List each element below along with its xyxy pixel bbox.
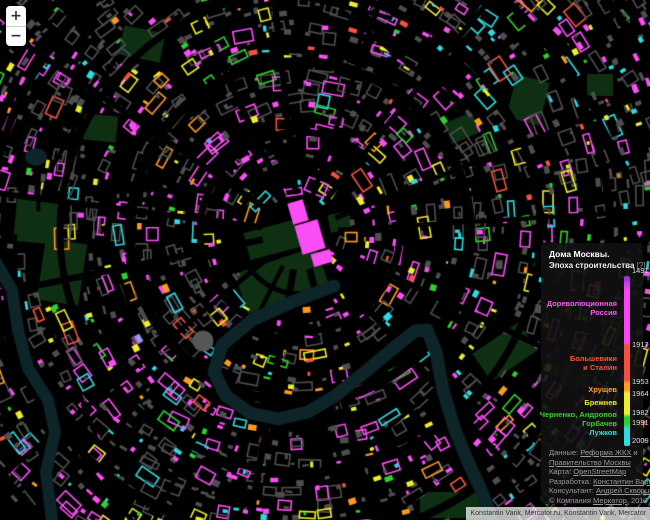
map-attribution: Konstantin Varik, Mercator.ru, Konstanti…	[466, 507, 650, 520]
credit-text: Консультант:	[549, 486, 596, 495]
legend-year-1953: 1953	[632, 377, 649, 386]
credit-line: Данные: Реформа ЖКХ и	[549, 448, 650, 458]
zoom-in-button[interactable]: +	[6, 6, 26, 27]
credit-text: Данные:	[549, 448, 580, 457]
legend-panel: Дома Москвы. Эпоха строительства [?] [≡]…	[541, 243, 643, 504]
credit-link[interactable]: Константин Варик	[593, 477, 650, 486]
credit-link[interactable]: Правительство Москвы	[549, 458, 631, 467]
legend-year-1982: 1982	[632, 408, 649, 417]
legend-year-1917: 1917	[632, 340, 649, 349]
credit-line: Консультант: Андрей Скворцов	[549, 486, 650, 496]
credit-text: © Компания	[549, 496, 593, 505]
credit-line: © Компания Меркатор, 2013	[549, 496, 650, 506]
era-label-pre-revolution: ДореволюционнаяРоссия	[547, 299, 617, 317]
credit-link[interactable]: OpenStreetMap	[573, 467, 626, 476]
credit-text: и	[631, 448, 637, 457]
credit-text: Разработка:	[549, 477, 593, 486]
zoom-control: + −	[6, 6, 26, 46]
credit-text: Карта:	[549, 467, 573, 476]
era-label-bolsheviks-stalin: Большевикии Сталин	[570, 354, 617, 372]
credit-line: Разработка: Константин Варик	[549, 477, 650, 487]
legend-year-2009: 2009	[632, 436, 649, 445]
era-label-brezhnev: Брежнев	[584, 398, 617, 407]
era-label-chernenko-andropov-gorbachev: Черненко, АндроповГорбачев	[540, 410, 617, 428]
credit-link[interactable]: Реформа ЖКХ	[580, 448, 631, 457]
credit-link[interactable]: Андрей Скворцов	[596, 486, 650, 495]
legend-subtitle-text: Эпоха строительства	[549, 261, 634, 270]
legend-year-1991: 1991	[632, 418, 649, 427]
era-label-luzhkov: Лужков	[589, 428, 617, 437]
zoom-out-button[interactable]: −	[6, 27, 26, 47]
legend-year-1491: 1491	[632, 266, 649, 275]
legend-title: Дома Москвы.	[549, 249, 610, 259]
era-label-khrushchev: Хрущев	[588, 385, 617, 394]
credit-link[interactable]: Меркатор	[593, 496, 627, 505]
legend-credits: Данные: Реформа ЖКХ иПравительство Москв…	[549, 448, 650, 505]
credit-line: Правительство Москвы	[549, 458, 650, 468]
legend-year-1964: 1964	[632, 389, 649, 398]
credit-text: , 2013	[627, 496, 648, 505]
credit-line: Карта: OpenStreetMap	[549, 467, 650, 477]
legend-gradient-bar	[624, 276, 630, 446]
